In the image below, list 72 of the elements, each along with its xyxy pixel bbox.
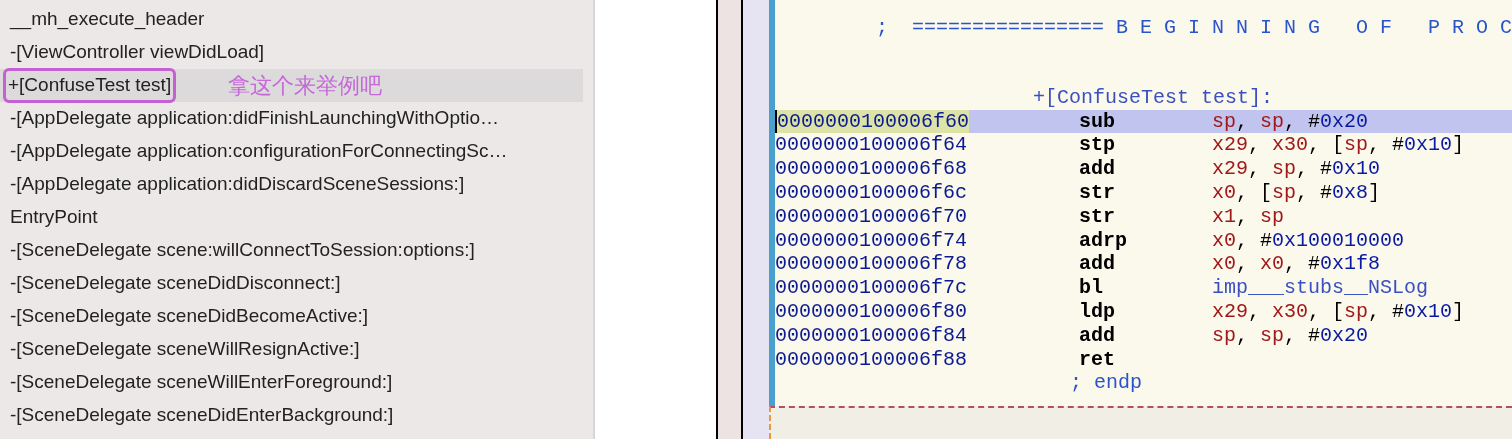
operands: x1, sp <box>1212 204 1285 229</box>
operands: x0, x0, #0x1f8 <box>1212 252 1381 277</box>
mnemonic: adrp <box>1079 228 1128 253</box>
operands: x29, sp, #0x10 <box>1212 157 1381 181</box>
symbol-name: -[SceneDelegate scene:willConnectToSession:options:] <box>9 238 476 263</box>
symbol-name: -[SceneDelegate sceneDidBecomeActive:] <box>9 304 370 329</box>
procedure-label: +[ConfuseTest test]: <box>1033 85 1275 110</box>
operands: x29, x30, [sp, #0x10] <box>1212 133 1465 158</box>
disassembly-line[interactable]: 0000000100006f68 add x29, sp, #0x10 <box>775 157 1512 181</box>
symbol-name: -[SceneDelegate sceneWillResignActive:] <box>9 337 361 362</box>
symbol-name: -[AppDelegate application:didFinishLaunchingWithOptio… <box>9 106 500 131</box>
end-comment: ; endp <box>1070 371 1143 396</box>
address: 0000000100006f80 <box>775 299 969 324</box>
address: 0000000100006f64 <box>775 133 969 158</box>
symbol-list-item[interactable]: -[AppDelegate application:didFinishLaunchingWithOptio… <box>0 102 583 135</box>
symbol-name: __mh_execute_header <box>8 7 206 32</box>
symbol-list-item[interactable]: -[SceneDelegate sceneWillResignActive:] <box>0 333 583 366</box>
mnemonic: add <box>1079 157 1116 181</box>
symbol-list-item[interactable]: -[SceneDelegate sceneDidBecomeActive:] <box>0 300 583 333</box>
address: 0000000100006f78 <box>775 252 969 277</box>
symbol-list-item[interactable]: +[ConfuseTest test] 拿这个来举例吧 <box>0 69 583 102</box>
address: 0000000100006f74 <box>775 228 969 253</box>
disassembly-line[interactable]: 0000000100006f7c bl imp___stubs__NSLog <box>775 276 1512 300</box>
mnemonic: str <box>1079 181 1116 205</box>
operands: sp, sp, #0x20 <box>1212 323 1369 348</box>
disassembly-line[interactable]: 0000000100006f78 add x0, x0, #0x1f8 <box>775 252 1512 277</box>
disassembly-line[interactable]: 0000000100006f84 add sp, sp, #0x20 <box>775 323 1512 348</box>
symbol-name: -[SceneDelegate sceneDidEnterBackground:] <box>9 403 395 428</box>
address: 0000000100006f60 <box>775 109 969 134</box>
disassembly-line[interactable]: 0000000100006f64 stp x29, x30, [sp, #0x10] <box>775 133 1512 158</box>
symbol-name: -[SceneDelegate sceneWillEnterForeground:] <box>9 370 394 395</box>
operands: x0, #0x100010000 <box>1212 228 1405 253</box>
symbol-list-item[interactable]: -[AppDelegate application:didDiscardSceneSessions:] <box>0 168 583 201</box>
operands: x29, x30, [sp, #0x10] <box>1212 299 1465 324</box>
symbol-list-item[interactable]: -[SceneDelegate scene:willConnectToSession:options:] <box>0 234 583 267</box>
mnemonic: stp <box>1079 133 1116 158</box>
disassembly-line[interactable]: 0000000100006f88 ret <box>775 347 1512 372</box>
symbol-list-item[interactable]: EntryPoint <box>0 201 583 234</box>
disassembly-line[interactable]: 0000000100006f6c str x0, [sp, #0x8] <box>775 181 1512 205</box>
symbol-name: +[ConfuseTest test] <box>3 68 177 103</box>
address: 0000000100006f68 <box>775 157 969 181</box>
operands: sp, sp, #0x20 <box>1212 109 1369 134</box>
mnemonic: add <box>1079 323 1116 348</box>
disassembly-line[interactable]: 0000000100006f70 str x1, sp <box>775 204 1512 229</box>
operands: x0, [sp, #0x8] <box>1212 181 1381 205</box>
symbol-list-item[interactable]: -[AppDelegate application:configurationForConnectingSc… <box>0 135 583 168</box>
mnemonic: sub <box>1079 109 1116 134</box>
symbol-list-item[interactable]: __mh_execute_header <box>0 3 583 36</box>
address: 0000000100006f7c <box>775 276 969 300</box>
annotation-note: 拿这个来举例吧 <box>228 72 383 100</box>
symbol-list-item[interactable]: -[SceneDelegate sceneWillEnterForeground:] <box>0 366 583 399</box>
mnemonic: add <box>1079 252 1116 277</box>
symbol-name: -[ViewController viewDidLoad] <box>9 40 266 65</box>
symbol-name: -[SceneDelegate sceneDidDisconnect:] <box>9 271 342 296</box>
address: 0000000100006f70 <box>775 204 969 229</box>
symbol-list-item[interactable]: -[SceneDelegate sceneDidEnterBackground:] <box>0 399 583 432</box>
symbol-list-item[interactable]: -[SceneDelegate sceneDidDisconnect:] <box>0 267 583 300</box>
symbol-name: EntryPoint <box>9 205 99 230</box>
address: 0000000100006f84 <box>775 323 969 348</box>
address: 0000000100006f6c <box>775 181 969 205</box>
mnemonic: str <box>1079 204 1116 229</box>
operands: imp___stubs__NSLog <box>1212 276 1429 300</box>
mnemonic: bl <box>1079 276 1104 300</box>
disassembly-line[interactable]: 0000000100006f74 adrp x0, #0x100010000 <box>775 228 1512 253</box>
address: 0000000100006f88 <box>775 347 969 372</box>
symbol-list-item[interactable]: -[ViewController viewDidLoad] <box>0 36 583 69</box>
mnemonic: ldp <box>1079 299 1116 324</box>
mnemonic: ret <box>1079 347 1116 372</box>
banner-comment: ; ================ B E G I N N I N G O F P R O C <box>876 16 1512 40</box>
disassembly-line[interactable]: 0000000100006f80 ldp x29, x30, [sp, #0x10] <box>775 299 1512 324</box>
symbol-name: -[AppDelegate application:didDiscardSceneSessions:] <box>9 172 466 197</box>
symbol-name: -[AppDelegate application:configurationForConnectingSc… <box>9 139 509 164</box>
